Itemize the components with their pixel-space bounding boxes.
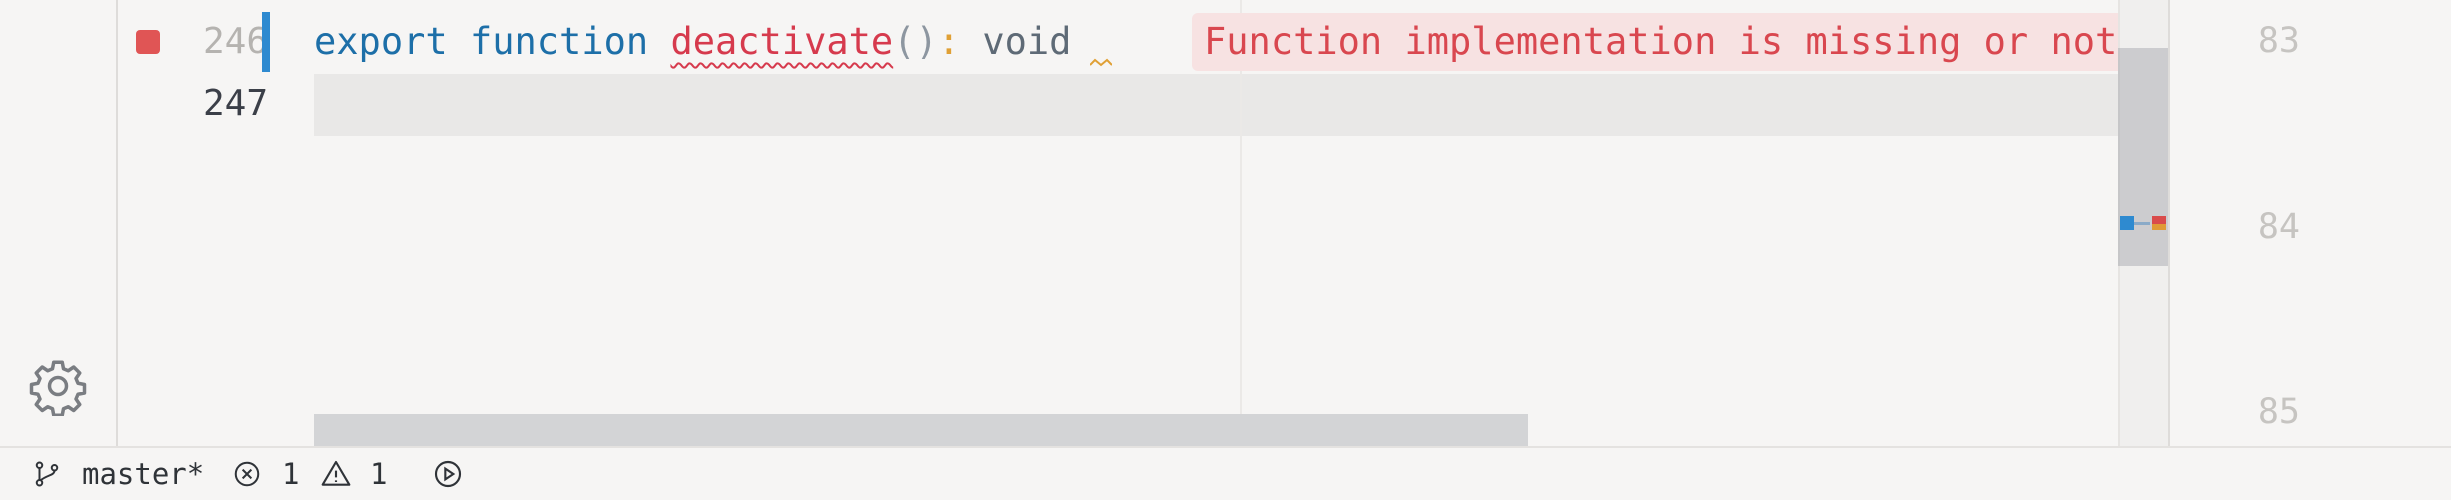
code-line-246[interactable]: export function deactivate(): void (314, 11, 1071, 73)
secondary-line-number: 85 (2257, 392, 2300, 432)
error-icon[interactable] (232, 458, 262, 490)
overview-connector (2134, 222, 2150, 225)
secondary-line-number: 83 (2257, 21, 2300, 61)
git-modified-indicator[interactable] (262, 12, 270, 72)
keyword-function: function (469, 20, 649, 63)
gear-icon[interactable] (28, 356, 88, 416)
git-branch-icon[interactable] (32, 458, 62, 490)
code-editor[interactable]: 246 247 export function deactivate(): vo… (118, 0, 2168, 446)
line-number: 247 (202, 83, 268, 124)
parentheses: () (893, 20, 938, 63)
line-number: 246 (202, 21, 268, 62)
breakpoint-marker[interactable] (136, 30, 160, 54)
warning-count[interactable]: 1 (370, 448, 387, 500)
function-name-deactivate: deactivate (670, 20, 894, 63)
git-branch-label[interactable]: master* (82, 448, 204, 500)
overview-modified-marker (2120, 216, 2134, 230)
error-lens-message: Function implementation is missing or no… (1192, 13, 2168, 71)
type-colon: : (937, 20, 961, 63)
activity-bar (0, 0, 118, 446)
error-count[interactable]: 1 (282, 448, 299, 500)
run-icon[interactable] (432, 458, 464, 490)
scrollbar-slider[interactable] (2118, 48, 2168, 266)
secondary-line-number: 84 (2257, 207, 2300, 247)
return-type: void (982, 20, 1072, 63)
warning-icon[interactable] (320, 458, 352, 490)
horizontal-scrollbar[interactable] (314, 414, 1528, 446)
warning-squiggle (1090, 58, 1112, 67)
status-bar: master* 1 1 (0, 446, 2451, 500)
overview-error-marker (2152, 216, 2166, 224)
overview-warning-marker (2152, 224, 2166, 230)
keyword-export: export (314, 20, 448, 63)
